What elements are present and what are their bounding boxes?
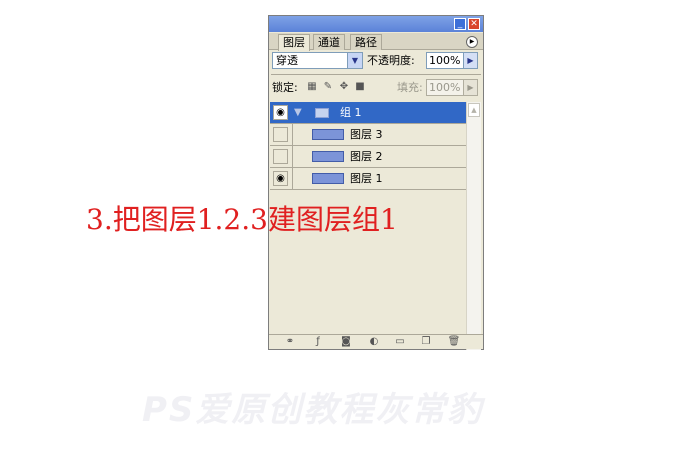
blend-mode-select[interactable]: 穿透 ▼: [272, 52, 363, 69]
panel-menu-icon[interactable]: ▶: [466, 36, 478, 48]
layer-row-group-1[interactable]: ◉ ▼ 组 1: [270, 102, 467, 124]
divider: [292, 124, 293, 146]
scroll-up-icon[interactable]: ▲: [468, 103, 480, 117]
layer-thumbnail: [312, 173, 344, 184]
panel-footer: ⚭ ƒ ◙ ◐ ▭ ❐ 🗑: [269, 334, 483, 349]
blend-mode-value: 穿透: [276, 54, 298, 67]
fill-label: 填充:: [397, 81, 423, 94]
layer-name: 图层 3: [350, 128, 383, 141]
divider: [292, 146, 293, 168]
layer-thumbnail: [312, 129, 344, 140]
lock-label: 锁定:: [272, 81, 298, 94]
chevron-down-icon[interactable]: ▼: [347, 53, 362, 68]
adjustment-layer-icon[interactable]: ◐: [367, 336, 381, 348]
minimize-button[interactable]: _: [454, 18, 466, 30]
lock-all-icon[interactable]: ■: [354, 81, 366, 93]
lock-row: 锁定: ▦ ✎ ✥ ■ 填充: 100% ▶: [272, 79, 482, 97]
eye-icon[interactable]: ◉: [273, 171, 288, 186]
opacity-input[interactable]: 100%: [426, 52, 464, 69]
layers-scrollbar[interactable]: ▲ ▼: [466, 102, 481, 350]
layer-name: 图层 1: [350, 172, 383, 185]
layer-row-layer-3[interactable]: 图层 3: [270, 124, 467, 146]
layer-thumbnail: [312, 151, 344, 162]
new-group-icon[interactable]: ▭: [393, 336, 407, 348]
lock-brush-icon[interactable]: ✎: [322, 81, 334, 93]
divider: [271, 74, 481, 75]
folder-icon: [315, 108, 329, 118]
opacity-label: 不透明度:: [367, 54, 415, 67]
tab-channels[interactable]: 通道: [313, 34, 345, 50]
trash-icon[interactable]: 🗑: [447, 336, 461, 348]
visibility-toggle[interactable]: [273, 149, 288, 164]
fill-input[interactable]: 100%: [426, 79, 464, 96]
link-icon[interactable]: ⚭: [283, 336, 297, 348]
fill-slider-button[interactable]: ▶: [464, 79, 478, 96]
close-button[interactable]: ✕: [468, 18, 480, 30]
tab-layers[interactable]: 图层: [278, 34, 310, 51]
new-layer-icon[interactable]: ❐: [419, 336, 433, 348]
layer-row-layer-2[interactable]: 图层 2: [270, 146, 467, 168]
layer-name: 图层 2: [350, 150, 383, 163]
layer-name: 组 1: [340, 106, 362, 119]
instruction-caption: 3.把图层1.2.3建图层组1: [86, 203, 398, 236]
layer-style-icon[interactable]: ƒ: [311, 336, 325, 348]
divider: [292, 168, 293, 190]
tab-paths[interactable]: 路径: [350, 34, 382, 50]
watermark: PS爱原创教程灰常豹: [142, 390, 484, 430]
visibility-toggle[interactable]: [273, 127, 288, 142]
layers-panel: _ ✕ 图层 通道 路径 ▶ 穿透 ▼ 不透明度: 100% ▶ 锁定: ▦ ✎…: [268, 15, 484, 350]
panel-tabs: 图层 通道 路径: [269, 33, 483, 51]
blend-row: 穿透 ▼ 不透明度: 100% ▶: [272, 52, 482, 70]
mask-icon[interactable]: ◙: [339, 336, 353, 348]
lock-transparency-icon[interactable]: ▦: [306, 81, 318, 93]
layer-row-layer-1[interactable]: ◉ 图层 1: [270, 168, 467, 190]
eye-icon[interactable]: ◉: [273, 105, 288, 120]
panel-titlebar: _ ✕: [269, 16, 483, 32]
triangle-down-icon[interactable]: ▼: [294, 107, 302, 118]
opacity-slider-button[interactable]: ▶: [464, 52, 478, 69]
lock-move-icon[interactable]: ✥: [338, 81, 350, 93]
